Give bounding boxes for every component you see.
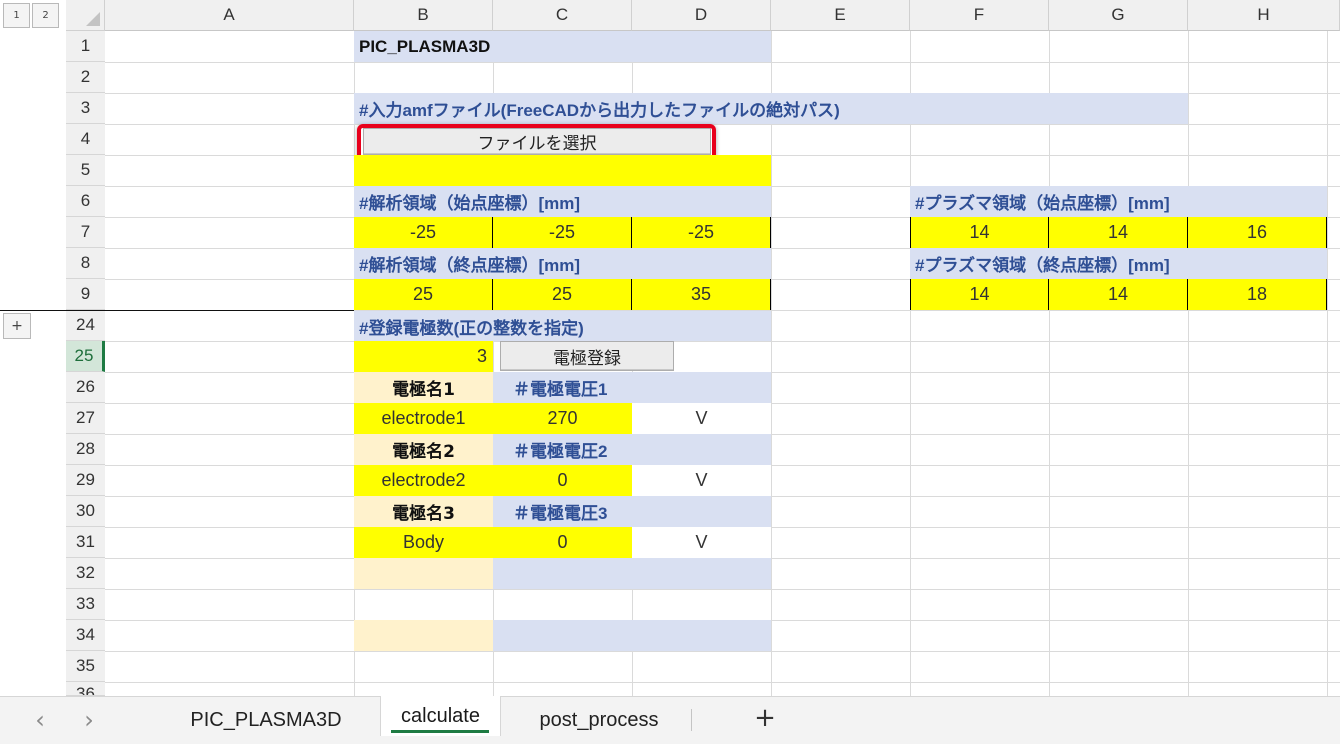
select-all-icon [86,12,100,26]
plasma-end-x-cell[interactable]: 14 [910,279,1049,310]
row-header-9[interactable]: 9 [66,279,105,310]
electrode-count-input-cell[interactable]: 3 [354,341,493,372]
grid-line [771,31,772,696]
electrode-name-input-2[interactable]: electrode2 [354,465,493,496]
grid-line [105,682,1340,683]
row-header-27[interactable]: 27 [66,403,105,434]
electrode-voltage-label-2: ＃電極電圧2 [493,434,771,465]
grid-line [910,31,911,696]
plasma-start-x-cell[interactable]: 14 [910,217,1049,248]
plasma-end-y-cell[interactable]: 14 [1049,279,1188,310]
plasma-start-y-cell[interactable]: 14 [1049,217,1188,248]
row-header-36[interactable]: 36 [66,682,105,696]
electrode-voltage-label-3: ＃電極電圧3 [493,496,771,527]
voltage-unit-3: V [632,527,771,558]
plasma-end-header-cell[interactable]: #プラズマ領域（終点座標）[mm] [910,248,1327,279]
column-header-f[interactable]: F [910,0,1049,31]
electrode-voltage-input-2[interactable]: 0 [493,465,632,496]
row-header-1[interactable]: 1 [66,31,105,62]
column-header-d[interactable]: D [632,0,771,31]
column-header-h[interactable]: H [1188,0,1340,31]
grid-line [105,62,1340,63]
electrode-voltage-label-1: ＃電極電圧1 [493,372,771,403]
electrode-name-label-3: 電極名3 [354,496,493,527]
plasma-end-z-cell[interactable]: 18 [1188,279,1327,310]
active-tab-underline [391,730,489,733]
empty-label-cell[interactable] [354,558,493,589]
domain-end-z-cell[interactable]: 35 [632,279,771,310]
row-header-3[interactable]: 3 [66,93,105,124]
row-header-30[interactable]: 30 [66,496,105,527]
grid-line [105,124,1340,125]
sheet-title-cell[interactable]: PIC_PLASMA3D [354,31,771,62]
row-header-7[interactable]: 7 [66,217,105,248]
electrode-name-label-2: 電極名2 [354,434,493,465]
electrode-count-header-cell[interactable]: #登録電極数(正の整数を指定) [354,311,771,341]
row-header-29[interactable]: 29 [66,465,105,496]
grid-line [105,341,1340,342]
row-header-28[interactable]: 28 [66,434,105,465]
domain-end-x-cell[interactable]: 25 [354,279,493,310]
column-header-b[interactable]: B [354,0,493,31]
grid-line [1327,31,1328,696]
electrode-voltage-input-3[interactable]: 0 [493,527,632,558]
select-all-corner[interactable] [66,0,105,31]
row-header-5[interactable]: 5 [66,155,105,186]
electrode-name-input-3[interactable]: Body [354,527,493,558]
electrode-voltage-input-1[interactable]: 270 [493,403,632,434]
row-header-25[interactable]: 25 [66,341,105,372]
expand-group-button[interactable]: + [3,313,31,339]
column-header-e[interactable]: E [771,0,910,31]
domain-end-header-cell[interactable]: #解析領域（終点座標）[mm] [354,248,771,279]
outline-level-2-button[interactable]: 2 [32,3,59,28]
domain-start-x-cell[interactable]: -25 [354,217,493,248]
row-header-26[interactable]: 26 [66,372,105,403]
plasma-start-header-cell[interactable]: #プラズマ領域（始点座標）[mm] [910,186,1327,217]
grid-line [105,589,1340,590]
file-path-input-cell[interactable] [354,155,771,186]
group-separator-line [0,310,354,311]
row-header-32[interactable]: 32 [66,558,105,589]
column-header-c[interactable]: C [493,0,632,31]
empty-header-cell[interactable] [493,620,771,651]
electrode-name-input-1[interactable]: electrode1 [354,403,493,434]
grid-line [1049,31,1050,696]
grid-line [105,651,1340,652]
empty-header-cell[interactable] [493,558,771,589]
column-header-g[interactable]: G [1049,0,1188,31]
column-header-a[interactable]: A [105,0,354,31]
grid-line [1188,31,1189,696]
electrode-name-label-1: 電極名1 [354,372,493,403]
sheet-tab-post-process[interactable]: post_process [515,697,683,744]
domain-start-y-cell[interactable]: -25 [493,217,632,248]
voltage-unit-2: V [632,465,771,496]
register-electrode-button[interactable]: 電極登録 [500,341,674,371]
domain-end-y-cell[interactable]: 25 [493,279,632,310]
domain-start-z-cell[interactable]: -25 [632,217,771,248]
row-header-33[interactable]: 33 [66,589,105,620]
row-header-8[interactable]: 8 [66,248,105,279]
amf-file-header-cell[interactable]: #入力amfファイル(FreeCADから出力したファイルの絶対パス) [354,93,1188,124]
row-header-35[interactable]: 35 [66,651,105,682]
row-header-4[interactable]: 4 [66,124,105,155]
prev-sheet-icon[interactable]: ‹ [25,705,55,735]
sheet-tab-pic-plasma3d[interactable]: PIC_PLASMA3D [170,697,362,744]
row-header-24[interactable]: 24 [66,310,105,341]
row-header-6[interactable]: 6 [66,186,105,217]
row-header-2[interactable]: 2 [66,62,105,93]
outline-level-1-button[interactable]: 1 [3,3,30,28]
plasma-start-z-cell[interactable]: 16 [1188,217,1327,248]
row-header-31[interactable]: 31 [66,527,105,558]
voltage-unit-1: V [632,403,771,434]
outline-bar [0,0,66,696]
sheet-tab-bar: ‹ › PIC_PLASMA3D calculate post_process … [0,696,1340,744]
empty-label-cell[interactable] [354,620,493,651]
tab-divider [691,709,692,731]
row-header-34[interactable]: 34 [66,620,105,651]
add-sheet-icon[interactable]: + [750,703,780,733]
domain-start-header-cell[interactable]: #解析領域（始点座標）[mm] [354,186,771,217]
next-sheet-icon[interactable]: › [74,705,104,735]
